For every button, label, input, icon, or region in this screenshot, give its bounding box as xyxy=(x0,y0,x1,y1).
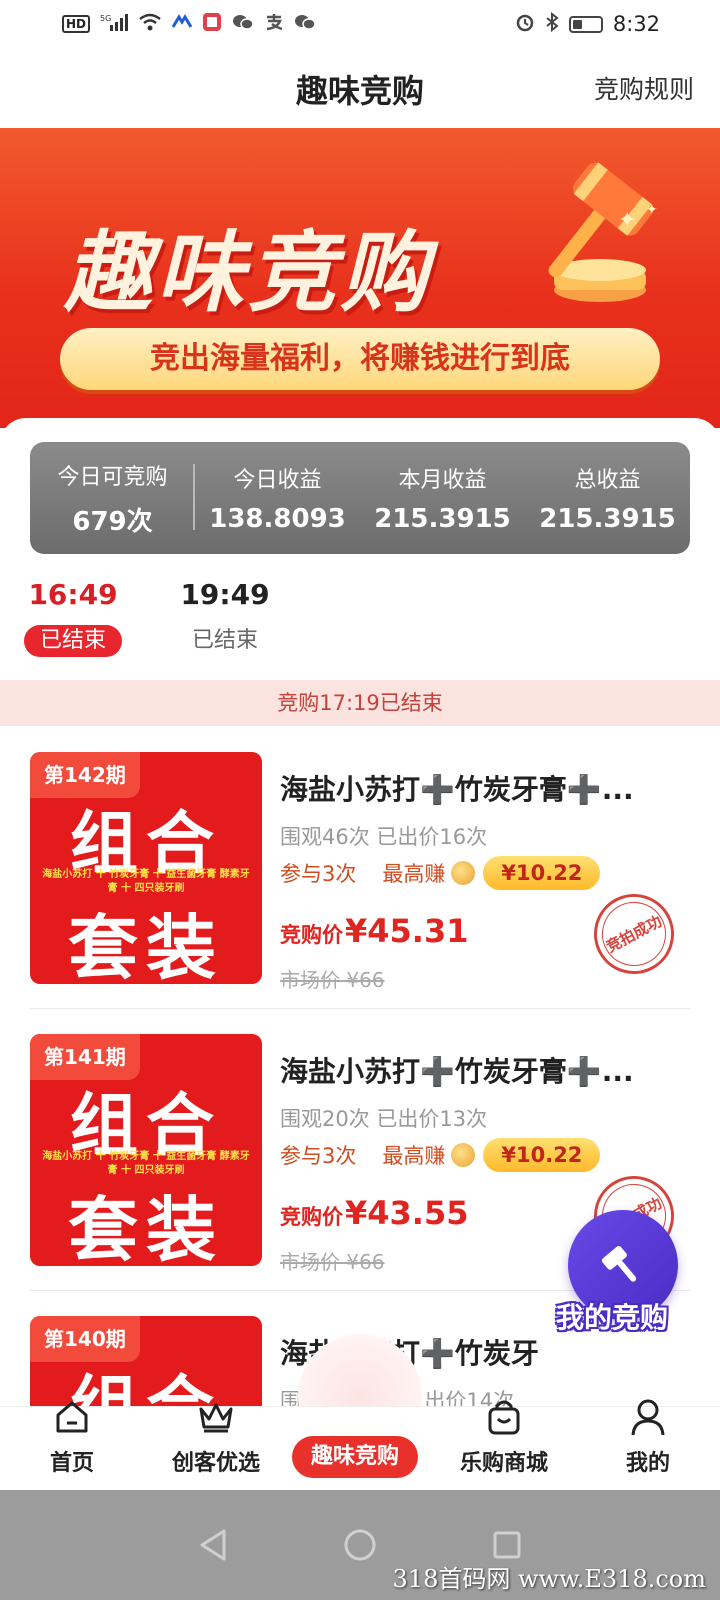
coin-icon xyxy=(451,861,476,885)
stat-label: 本月收益 xyxy=(398,468,487,493)
stats-card: 今日可竞购 679次 今日收益 138.8093 本月收益 215.3915 总… xyxy=(0,418,720,680)
period-badge: 第142期 xyxy=(30,752,140,798)
product-watch-stats: 围观20次 已出价13次 xyxy=(280,1107,488,1131)
product-title: 海盐小苏打➕竹炭牙膏➕... xyxy=(280,773,634,806)
earnings-summary: 今日可竞购 679次 今日收益 138.8093 本月收益 215.3915 总… xyxy=(30,442,690,554)
gavel-icon xyxy=(601,1246,637,1282)
alipay-icon xyxy=(264,13,284,36)
period-badge: 第140期 xyxy=(30,1316,140,1362)
session-time: 19:49 xyxy=(180,578,270,611)
tab-label: 我的 xyxy=(625,1451,670,1476)
tab-mall[interactable]: 乐购商城 xyxy=(432,1400,576,1490)
period-badge: 第141期 xyxy=(30,1034,140,1080)
sparkle-icon-small: ✦ xyxy=(646,202,658,218)
market-price: 市场价 ¥66 xyxy=(280,968,385,992)
product-title: 海盐小苏打➕竹炭牙膏➕... xyxy=(280,1055,634,1088)
wifi-icon xyxy=(138,13,162,36)
product-price: 竞购价 ¥45.31 xyxy=(280,912,468,950)
book-app-icon xyxy=(202,12,222,37)
product-item[interactable]: 组合 海盐小苏打 十 竹炭牙膏 十 益生菌牙膏 酵素牙膏 十 四只装牙刷 套装 … xyxy=(0,726,720,1008)
tab-maker-select[interactable]: 创客优选 xyxy=(144,1403,288,1490)
product-earn-row: 参与3次 最高赚 ¥10.22 xyxy=(280,856,601,890)
home-icon xyxy=(56,1401,88,1433)
banner-title: 趣味竞购 xyxy=(64,221,433,324)
home-button[interactable] xyxy=(340,1525,380,1565)
max-earn-value: ¥10.22 xyxy=(483,856,601,890)
auction-rules-link[interactable]: 竞购规则 xyxy=(594,70,694,106)
watermark: 318首码网 www.E318.com xyxy=(392,1565,706,1593)
max-earn-value: ¥10.22 xyxy=(483,1138,601,1172)
status-bar: HD 5G 8:32 xyxy=(0,0,720,48)
thumb-subline: 套装 xyxy=(68,1189,224,1266)
tab-me[interactable]: 我的 xyxy=(576,1399,720,1490)
price-label: 竞购价 xyxy=(280,1205,343,1229)
coin-icon xyxy=(451,1143,476,1167)
hd-badge: HD xyxy=(62,15,91,33)
join-count: 参与3次 xyxy=(280,862,357,886)
price-value: ¥43.55 xyxy=(345,1194,469,1232)
stat-month-income: 本月收益 215.3915 xyxy=(360,442,525,554)
wechat-icon xyxy=(232,13,254,36)
stat-value: 138.8093 xyxy=(209,504,346,534)
stat-label: 今日收益 xyxy=(233,468,322,493)
product-price: 竞购价 ¥43.55 xyxy=(280,1194,468,1232)
recents-square-icon xyxy=(493,1531,521,1559)
product-watch-stats: 围观46次 已出价16次 xyxy=(280,825,488,849)
session-status: 已结束 xyxy=(24,625,123,657)
stat-value: 215.3915 xyxy=(539,504,676,534)
user-icon xyxy=(631,1399,665,1436)
shopping-bag-icon xyxy=(488,1400,520,1435)
status-bar-right: 8:32 xyxy=(515,11,660,37)
back-triangle-icon xyxy=(200,1529,226,1561)
price-label: 竞购价 xyxy=(280,923,343,947)
sparkle-icon: ✦ xyxy=(618,208,637,233)
product-thumbnail[interactable]: 组合 海盐小苏打 十 竹炭牙膏 十 益生菌牙膏 酵素牙膏 十 四只装牙刷 套装 … xyxy=(30,1034,262,1266)
status-time: 8:32 xyxy=(612,12,660,36)
banner-subtitle: 竞出海量福利，将赚钱进行到底 xyxy=(60,328,660,390)
gavel-illustration-icon xyxy=(548,162,653,302)
auction-success-stamp: 竞拍成功 xyxy=(579,879,689,989)
tab-label: 乐购商城 xyxy=(459,1451,548,1476)
bluetooth-icon xyxy=(545,11,559,37)
nav-header: 趣味竞购 竞购规则 xyxy=(0,48,720,128)
stat-label: 今日可竞购 xyxy=(57,464,168,490)
thumb-subline: 套装 xyxy=(68,907,224,984)
tab-home[interactable]: 首页 xyxy=(0,1401,144,1490)
tab-label: 首页 xyxy=(49,1451,94,1476)
status-bar-left: HD 5G xyxy=(62,12,316,37)
back-button[interactable] xyxy=(193,1525,233,1565)
tab-fun-auction-label[interactable]: 趣味竞购 xyxy=(292,1436,418,1478)
session-tab-1649[interactable]: 16:49 已结束 xyxy=(24,578,123,657)
promo-banner: 趣味竞购 ✦ ✦ ✦ 竞出海量福利，将赚钱进行到底 xyxy=(0,128,720,428)
stat-value: 679次 xyxy=(72,506,153,537)
product-thumbnail[interactable]: 组合 海盐小苏打 十 竹炭牙膏 十 益生菌牙膏 酵素牙膏 十 四只装牙刷 套装 … xyxy=(30,752,262,984)
stat-label: 总收益 xyxy=(574,468,641,493)
market-price: 市场价 ¥66 xyxy=(280,1250,385,1274)
stat-today-income: 今日收益 138.8093 xyxy=(195,442,360,554)
battery-icon xyxy=(568,15,603,33)
signal-icon: 5G xyxy=(100,13,129,36)
5g-label: 5G xyxy=(100,14,111,23)
stat-today-bids: 今日可竞购 679次 xyxy=(30,442,195,554)
app-notification-icon xyxy=(171,13,193,35)
wechat-icon-2 xyxy=(294,13,316,36)
session-time: 16:49 xyxy=(28,578,118,611)
max-earn-label: 最高赚 xyxy=(382,862,446,886)
price-value: ¥45.31 xyxy=(345,912,469,950)
alarm-icon xyxy=(515,12,535,37)
stat-total-income: 总收益 215.3915 xyxy=(525,442,690,554)
session-tab-1949[interactable]: 19:49 已结束 xyxy=(176,578,274,657)
tab-label: 创客优选 xyxy=(171,1451,260,1476)
join-count: 参与3次 xyxy=(280,1144,357,1168)
stat-value: 215.3915 xyxy=(374,504,511,534)
session-ended-notice: 竞购17:19已结束 xyxy=(0,680,720,726)
max-earn-label: 最高赚 xyxy=(382,1144,446,1168)
home-circle-icon xyxy=(344,1529,376,1561)
my-auctions-label[interactable]: 我的竞购 xyxy=(556,1296,668,1336)
session-status: 已结束 xyxy=(192,628,259,653)
product-earn-row: 参与3次 最高赚 ¥10.22 xyxy=(280,1138,601,1172)
product-thumbnail[interactable]: 组合 第140期 xyxy=(30,1316,262,1406)
crown-icon xyxy=(199,1403,233,1433)
